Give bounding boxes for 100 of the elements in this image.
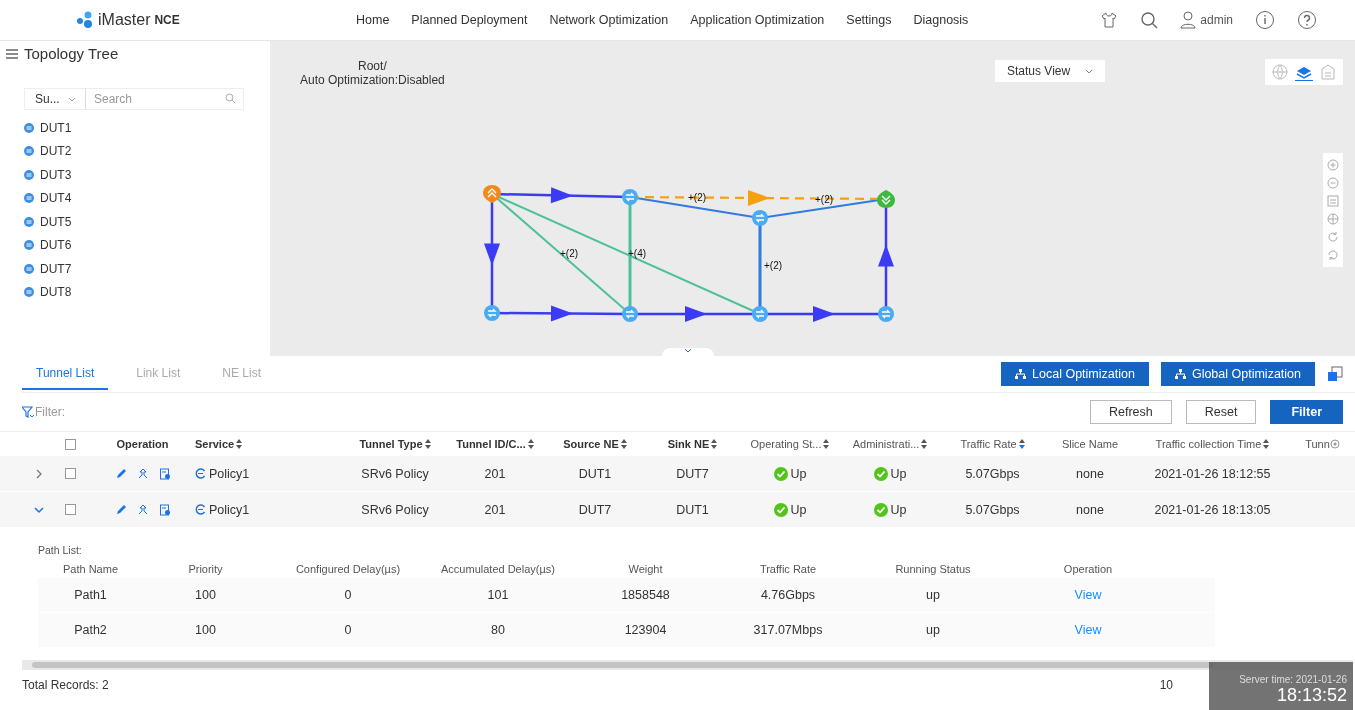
- tree-item[interactable]: DUT6: [40, 238, 72, 253]
- tree-item[interactable]: DUT3: [40, 167, 72, 182]
- router-icon[interactable]: [484, 305, 500, 321]
- column-header[interactable]: Administrati...: [852, 438, 920, 450]
- filter-icon[interactable]: [22, 406, 35, 418]
- action-button[interactable]: Reset: [1185, 400, 1257, 424]
- column-header[interactable]: Traffic Rate: [960, 438, 1017, 450]
- table-cell: DUT7: [676, 466, 709, 481]
- column-header[interactable]: Source NE: [563, 438, 619, 450]
- table-cell: SRv6 Policy: [361, 466, 429, 481]
- nav-link[interactable]: Home: [356, 13, 390, 27]
- nav-link[interactable]: Application Optimization: [690, 13, 825, 27]
- column-header[interactable]: Service: [195, 438, 235, 450]
- shirt-icon[interactable]: [1100, 11, 1119, 29]
- sort-icon[interactable]: [1018, 439, 1025, 449]
- router-icon[interactable]: [622, 189, 638, 205]
- column-header[interactable]: Tunnel Type: [359, 438, 423, 450]
- router-icon[interactable]: [752, 306, 768, 322]
- column-header[interactable]: Slice Name: [1061, 438, 1119, 450]
- sort-icon[interactable]: [424, 439, 431, 449]
- row-checkbox[interactable]: [64, 504, 76, 515]
- document-icon[interactable]: [158, 467, 171, 480]
- route-icon[interactable]: [136, 467, 149, 480]
- help-icon[interactable]: [1297, 10, 1317, 30]
- hierarchy-icon: [1015, 369, 1027, 379]
- router-icon[interactable]: [752, 210, 768, 226]
- user-name[interactable]: admin: [1200, 13, 1233, 27]
- table-cell: DUT1: [578, 466, 612, 481]
- column-header: Weight: [627, 563, 664, 575]
- edit-icon[interactable]: [114, 467, 127, 480]
- optimization-button[interactable]: Global Optimization: [1160, 362, 1315, 386]
- settings-icon[interactable]: [1329, 439, 1340, 449]
- column-header[interactable]: Tunn: [1305, 438, 1330, 450]
- router-icon[interactable]: [622, 306, 638, 322]
- document-icon[interactable]: [158, 503, 171, 516]
- menu-icon[interactable]: [6, 48, 18, 59]
- nav-link[interactable]: Network Optimization: [549, 13, 669, 27]
- sort-icon[interactable]: [1263, 439, 1270, 449]
- source-node-icon[interactable]: [483, 185, 501, 203]
- optimization-button[interactable]: Local Optimization: [1001, 362, 1149, 386]
- column-header: Priority: [187, 563, 224, 575]
- column-header[interactable]: Tunnel ID/C...: [456, 438, 526, 450]
- policy-icon: [195, 468, 206, 479]
- link-label: +(2): [688, 192, 707, 203]
- table-cell-text: 0: [343, 588, 353, 602]
- tree-item[interactable]: DUT2: [40, 144, 72, 159]
- page-size[interactable]: 10: [1159, 678, 1173, 692]
- search-icon[interactable]: [1140, 11, 1159, 29]
- router-icon[interactable]: [878, 306, 894, 322]
- tab[interactable]: Tunnel List: [22, 358, 109, 390]
- nav-link[interactable]: Planned Deployment: [411, 13, 528, 27]
- topology-path: Root/: [357, 59, 388, 73]
- nav-link[interactable]: Settings: [846, 13, 892, 27]
- filter-dropdown[interactable]: Su...: [24, 88, 86, 110]
- action-button[interactable]: Refresh: [1090, 400, 1172, 424]
- sort-icon[interactable]: [236, 439, 243, 449]
- select-all-checkbox[interactable]: [64, 438, 76, 450]
- policy-icon: [195, 504, 206, 515]
- tree-item[interactable]: DUT1: [40, 120, 72, 135]
- sort-icon[interactable]: [921, 439, 928, 449]
- sink-node-icon[interactable]: [877, 190, 895, 208]
- column-header[interactable]: Sink NE: [667, 438, 710, 450]
- expand-toggle[interactable]: [34, 468, 44, 479]
- column-header[interactable]: Operating St...: [750, 438, 822, 450]
- device-icon: [24, 193, 34, 204]
- sort-icon[interactable]: [527, 439, 534, 449]
- collapse-handle[interactable]: [662, 348, 714, 356]
- scrollbar[interactable]: [22, 660, 1353, 670]
- table-cell: none: [1076, 466, 1104, 481]
- sort-icon[interactable]: [711, 439, 718, 449]
- column-header: Accumulated Delay(µs): [440, 563, 556, 575]
- info-icon[interactable]: [1255, 10, 1275, 30]
- optimization-status: Auto Optimization:Disabled: [300, 73, 445, 87]
- table-cell: Policy1: [209, 502, 250, 517]
- column-header: Operation: [1062, 563, 1114, 575]
- status-text: Up: [790, 502, 807, 517]
- column-header[interactable]: Operation: [116, 438, 169, 450]
- sort-icon[interactable]: [823, 439, 830, 449]
- sort-icon[interactable]: [620, 439, 627, 449]
- edit-icon[interactable]: [114, 503, 127, 516]
- tree-item[interactable]: DUT8: [40, 285, 72, 300]
- view-dropdown[interactable]: Status View: [995, 60, 1105, 82]
- status-text: Up: [790, 466, 807, 481]
- column-header: Path Name: [62, 563, 119, 575]
- expand-toggle[interactable]: [34, 504, 44, 515]
- row-checkbox[interactable]: [64, 468, 76, 479]
- column-header[interactable]: Traffic collection Time: [1155, 438, 1262, 450]
- tree-item[interactable]: DUT7: [40, 261, 72, 276]
- tree-item[interactable]: DUT5: [40, 214, 72, 229]
- route-icon[interactable]: [136, 503, 149, 516]
- table-cell: 5.07Gbps: [965, 466, 1020, 481]
- tree-item[interactable]: DUT4: [40, 191, 72, 206]
- table-cell-text: Path2: [73, 623, 108, 637]
- nav-link[interactable]: Diagnosis: [913, 13, 969, 27]
- search-field[interactable]: Search: [86, 88, 244, 110]
- filter-button[interactable]: Filter: [1270, 400, 1343, 424]
- user-icon[interactable]: [1180, 11, 1197, 29]
- column-header: Configured Delay(µs): [294, 563, 402, 575]
- maximize-icon[interactable]: [1327, 366, 1343, 382]
- status-text: Up: [890, 466, 907, 481]
